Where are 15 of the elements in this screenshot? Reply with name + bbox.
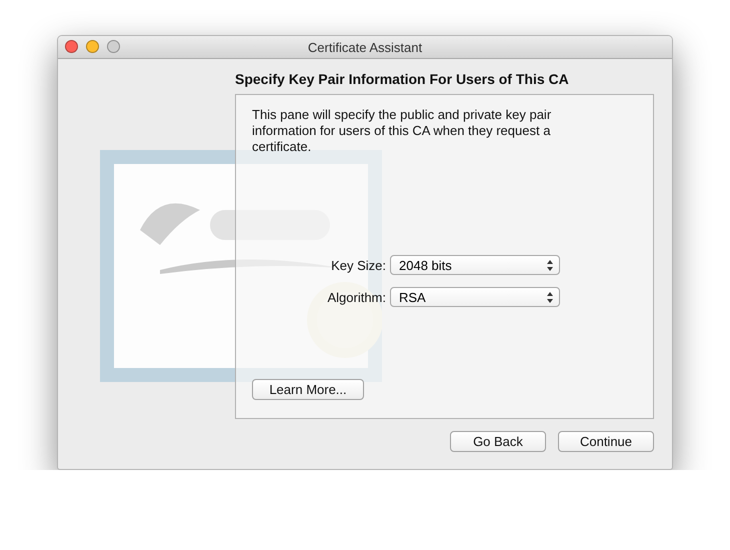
go-back-button[interactable]: Go Back xyxy=(450,431,546,452)
field-label: Algorithm: xyxy=(326,290,386,304)
popup-button[interactable]: RSA xyxy=(390,287,560,307)
minimize-button[interactable] xyxy=(86,40,99,53)
learn-more-button[interactable]: Learn More... xyxy=(252,379,364,400)
stepper-icon xyxy=(547,292,553,302)
description: This pane will specify the public and private key pair information for users of this CA when they request a certificate. xyxy=(252,107,552,155)
zoom-button[interactable] xyxy=(107,40,120,53)
close-button[interactable] xyxy=(65,40,78,53)
field-label: Key Size: xyxy=(330,258,386,272)
stepper-icon xyxy=(547,260,553,270)
continue-button[interactable]: Continue xyxy=(558,431,654,452)
window-title: Certificate Assistant xyxy=(308,40,422,54)
page-heading: Specify Key Pair Information For Users of This CA xyxy=(235,71,570,87)
popup-button[interactable]: 2048 bits xyxy=(390,255,560,275)
